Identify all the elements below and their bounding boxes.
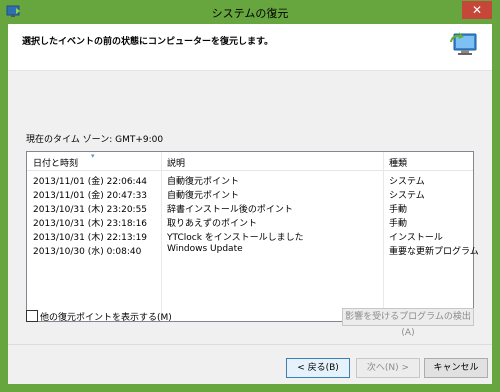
row-date: 2013/10/30 (水) 0:08:40 (33, 247, 142, 257)
column-header-date[interactable]: 日付と時刻 (33, 156, 78, 169)
row-type: 手動 (389, 219, 408, 229)
row-description: 取りあえずのポイント (167, 219, 258, 229)
dialog-body: 選択したイベントの前の状態にコンピューターを復元します。 現在のタイム ゾーン:… (8, 24, 492, 384)
title-bar[interactable]: システムの復元 ✕ (0, 0, 500, 24)
column-header-description[interactable]: 説明 (167, 156, 185, 169)
row-description: 自動復元ポイント (167, 191, 240, 201)
row-date: 2013/10/31 (木) 22:13:19 (33, 233, 148, 243)
row-description: YTClock をインストールしました (167, 233, 304, 243)
restore-computer-icon (450, 32, 477, 55)
row-type: システム (389, 191, 425, 201)
cancel-button[interactable]: キャンセル (424, 358, 488, 378)
row-date: 2013/10/31 (木) 23:18:16 (33, 219, 148, 229)
row-date: 2013/11/01 (金) 22:06:44 (33, 177, 148, 187)
scan-affected-programs-button[interactable]: 影響を受けるプログラムの検出(A) (342, 308, 474, 338)
table-row[interactable]: 2013/10/31 (木) 22:13:19 YTClock をインストールし… (27, 230, 473, 243)
row-type: 手動 (389, 205, 408, 215)
sort-arrow-icon: ▾ (91, 152, 95, 160)
table-row[interactable]: 2013/10/31 (木) 23:18:16 取りあえずのポイント 手動 (27, 216, 473, 229)
row-type: 重要な更新プログラム (389, 247, 479, 257)
checkbox-box[interactable] (26, 310, 38, 322)
timezone-label: 現在のタイム ゾーン: GMT+9:00 (26, 135, 164, 145)
row-description: Windows Update (167, 244, 243, 254)
table-row[interactable]: 2013/11/01 (金) 22:06:44 自動復元ポイント システム (27, 174, 473, 187)
row-description: 自動復元ポイント (167, 177, 240, 187)
close-button[interactable]: ✕ (462, 1, 492, 19)
show-more-checkbox[interactable]: 他の復元ポイントを表示する(M) (26, 309, 206, 323)
divider (8, 344, 492, 345)
table-row[interactable]: 2013/10/30 (水) 0:08:40 Windows Update 重要… (27, 244, 479, 257)
restore-points-list[interactable]: ▾ 日付と時刻 説明 種類 2013/11/01 (金) 22:06:44 自動… (26, 151, 479, 322)
header-panel: 選択したイベントの前の状態にコンピューターを復元します。 (8, 24, 492, 71)
back-button[interactable]: < 戻る(B) (286, 358, 350, 378)
row-type: システム (389, 177, 425, 187)
instruction-text: 選択したイベントの前の状態にコンピューターを復元します。 (22, 37, 274, 47)
row-date: 2013/10/31 (木) 23:20:55 (33, 205, 148, 215)
column-header-type[interactable]: 種類 (389, 156, 407, 169)
row-type: インストール (389, 233, 443, 243)
table-row[interactable]: 2013/11/01 (金) 20:47:33 自動復元ポイント システム (27, 188, 473, 201)
window-title: システムの復元 (211, 7, 289, 20)
list-header: ▾ 日付と時刻 説明 種類 (27, 152, 473, 171)
row-date: 2013/11/01 (金) 20:47:33 (33, 191, 148, 201)
system-restore-window: システムの復元 ✕ 選択したイベントの前の状態にコンピューターを復元します。 現… (0, 0, 500, 392)
next-button[interactable]: 次へ(N) > (356, 358, 420, 378)
table-row[interactable]: 2013/10/31 (木) 23:20:55 辞書インストール後のポイント 手… (27, 202, 473, 215)
row-description: 辞書インストール後のポイント (167, 205, 293, 215)
show-more-label: 他の復元ポイントを表示する(M) (40, 313, 172, 323)
